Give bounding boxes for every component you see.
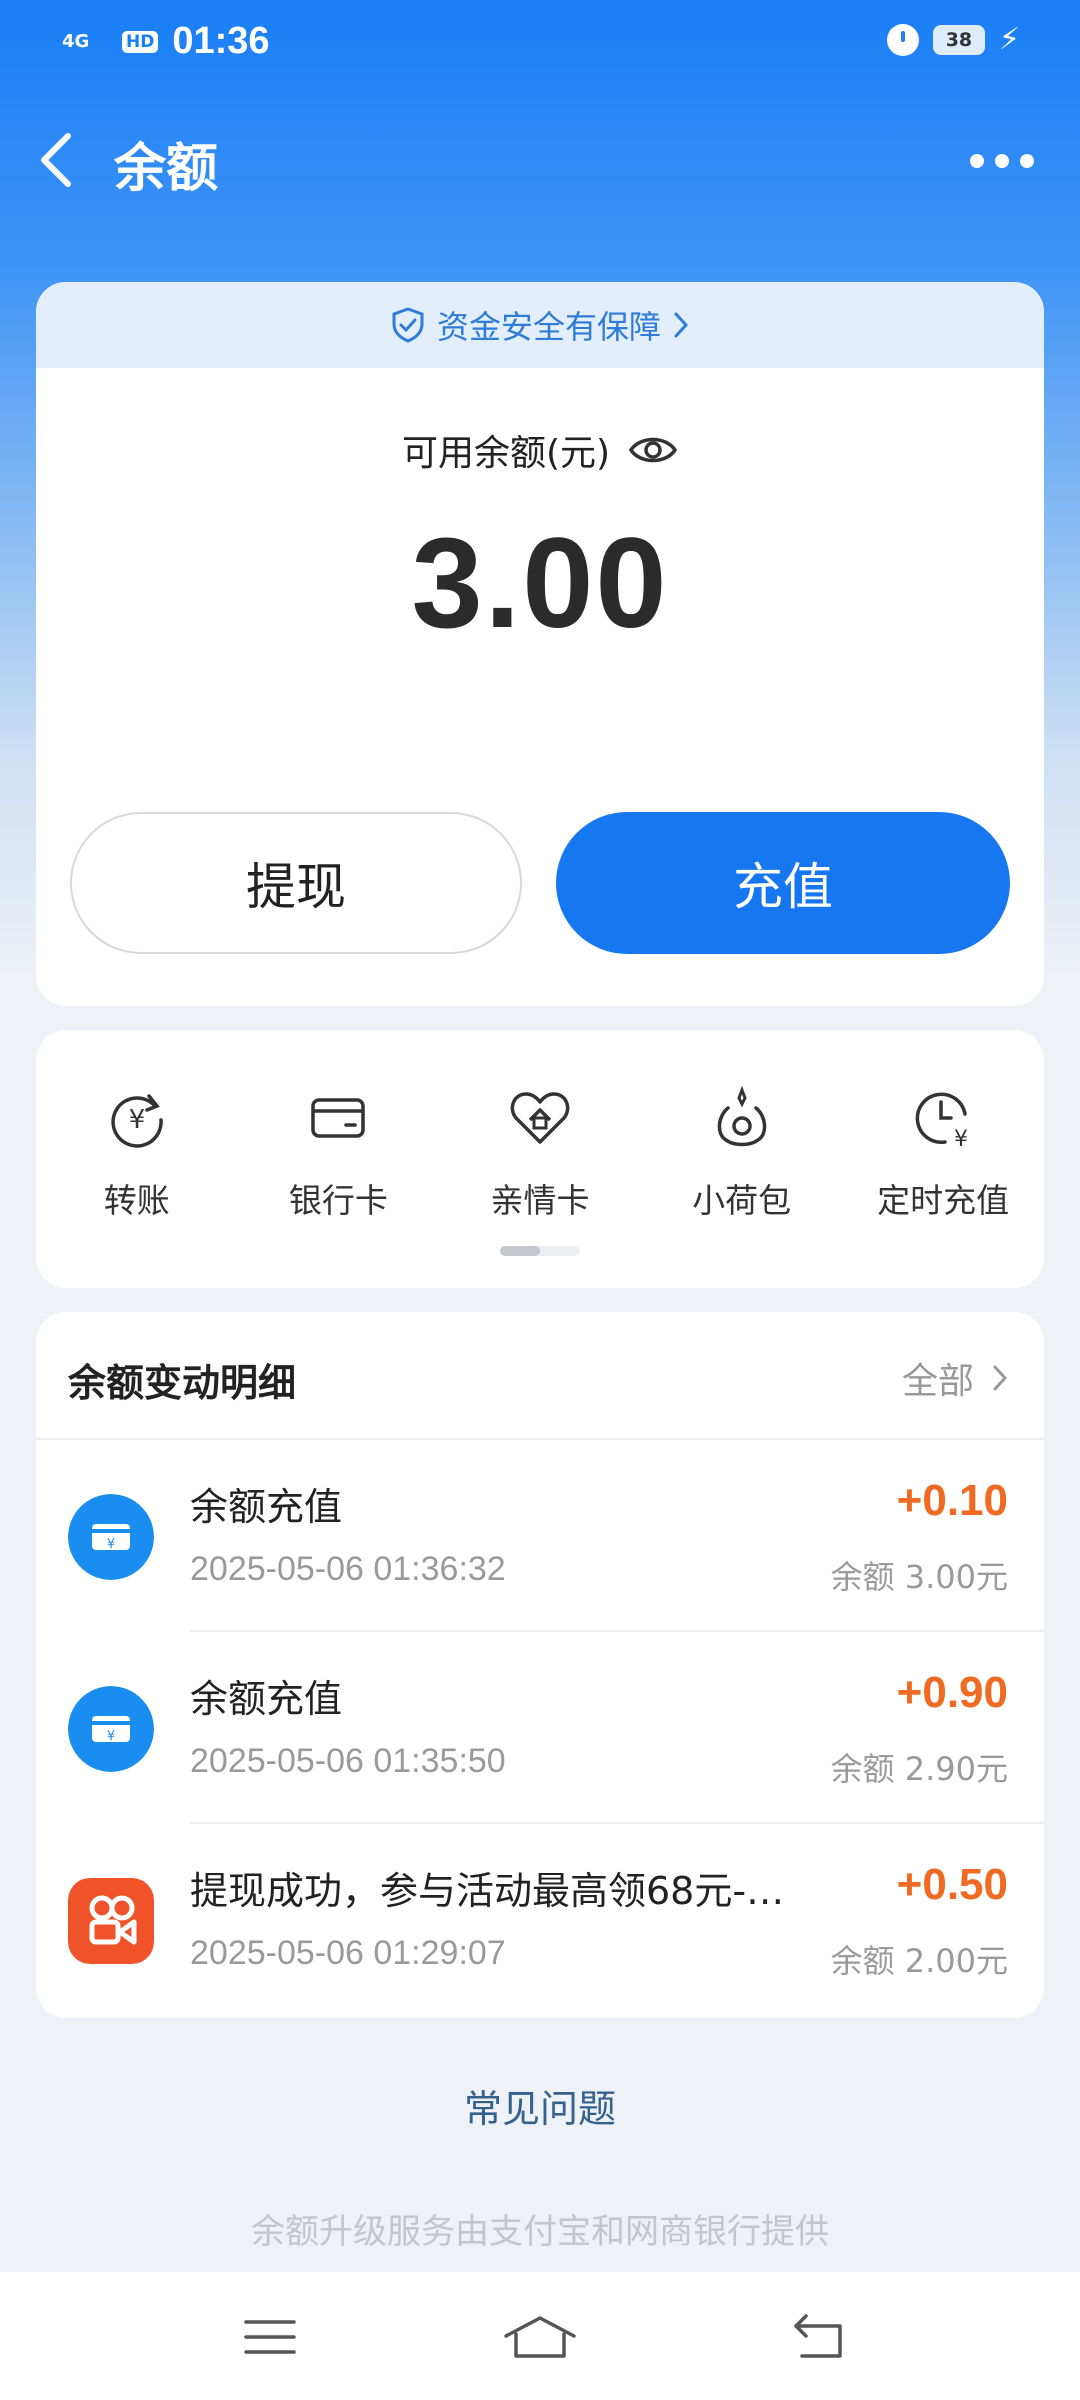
svg-text:¥: ¥ xyxy=(129,1105,146,1135)
status-time: 01:36 xyxy=(172,20,270,62)
balance-records-card: 余额变动明细 全部 ¥ 余额充值 2025-05-06 01:36:32 +0.… xyxy=(36,1312,1044,2018)
record-item[interactable]: ¥ 余额充值 2025-05-06 01:36:32 +0.10 余额 3.00… xyxy=(36,1440,1044,1632)
record-amount: +0.10 xyxy=(896,1476,1008,1525)
record-amount: +0.50 xyxy=(896,1860,1008,1909)
service-provider-note: 余额升级服务由支付宝和网商银行提供 xyxy=(251,2212,829,2252)
record-balance: 余额 2.00元 xyxy=(830,1942,1008,1980)
record-item[interactable]: ¥ 余额充值 2025-05-06 01:35:50 +0.90 余额 2.90… xyxy=(36,1632,1044,1824)
transfer-icon: ¥ xyxy=(111,1094,163,1148)
service-scheduled-recharge[interactable]: ¥ 定时充值 xyxy=(842,1086,1044,1222)
service-label: 小荷包 xyxy=(692,1181,792,1220)
balance-label-row: 可用余额(元) xyxy=(36,424,1044,476)
faq-link[interactable]: 常见问题 xyxy=(0,2078,1080,2133)
menu-icon[interactable] xyxy=(240,2312,300,2362)
record-balance: 余额 2.90元 xyxy=(830,1750,1008,1788)
balance-amount: 3.00 xyxy=(411,512,669,655)
chevron-right-icon xyxy=(674,312,689,338)
recharge-button[interactable]: 充值 xyxy=(556,812,1010,954)
service-bank-card[interactable]: 银行卡 xyxy=(238,1086,440,1222)
alarm-icon xyxy=(886,23,919,56)
service-label: 转账 xyxy=(103,1181,170,1220)
back-nav-icon[interactable] xyxy=(790,2312,850,2362)
svg-text:¥: ¥ xyxy=(954,1127,968,1150)
recharge-card-icon: ¥ xyxy=(68,1494,154,1580)
chevron-left-icon xyxy=(41,133,71,187)
system-nav-bar xyxy=(0,2272,1080,2400)
chevron-right-icon xyxy=(993,1365,1008,1391)
video-app-icon xyxy=(68,1878,154,1964)
service-label: 亲情卡 xyxy=(490,1181,590,1220)
recharge-card-icon: ¥ xyxy=(68,1686,154,1772)
record-name: 余额充值 xyxy=(190,1677,343,1721)
nav-header: 余额 xyxy=(0,110,1080,210)
home-icon[interactable] xyxy=(500,2312,580,2362)
security-banner[interactable]: 资金安全有保障 xyxy=(36,282,1044,368)
security-note: 资金安全有保障 xyxy=(436,308,661,346)
small-purse-icon xyxy=(717,1086,766,1147)
battery-icon: 38 xyxy=(932,24,985,55)
family-card-icon xyxy=(510,1092,570,1144)
svg-text:¥: ¥ xyxy=(107,1537,115,1552)
services-scroll-indicator xyxy=(500,1246,580,1256)
back-button[interactable] xyxy=(32,128,88,192)
shield-icon xyxy=(392,307,424,343)
balance-card: 资金安全有保障 可用余额(元) 3.00 提现 充值 xyxy=(36,282,1044,1006)
eye-icon[interactable] xyxy=(628,433,678,467)
svg-text:¥: ¥ xyxy=(107,1729,115,1744)
signal-icon: 4G xyxy=(62,30,90,52)
more-button[interactable] xyxy=(970,136,1034,186)
record-time: 2025-05-06 01:36:32 xyxy=(190,1550,506,1588)
service-label: 银行卡 xyxy=(288,1181,388,1220)
more-dot-icon xyxy=(1020,154,1034,168)
bank-card-icon xyxy=(311,1098,366,1138)
record-time: 2025-05-06 01:29:07 xyxy=(190,1934,506,1972)
scheduled-recharge-icon: ¥ xyxy=(915,1092,968,1150)
view-all-button[interactable]: 全部 xyxy=(902,1352,1008,1404)
record-item[interactable]: 提现成功，参与活动最高领68元-… 2025-05-06 01:29:07 +0… xyxy=(36,1824,1044,2016)
service-family-card[interactable]: 亲情卡 xyxy=(439,1086,641,1222)
record-name: 余额充值 xyxy=(190,1485,343,1529)
service-transfer[interactable]: ¥ 转账 xyxy=(36,1086,238,1222)
withdraw-button[interactable]: 提现 xyxy=(70,812,522,954)
more-dot-icon xyxy=(995,154,1009,168)
service-small-purse[interactable]: 小荷包 xyxy=(641,1086,843,1222)
status-bar: 4G HD 01:36 38 ⚡ xyxy=(0,0,1080,84)
service-label: 定时充值 xyxy=(877,1181,1010,1220)
charging-icon: ⚡ xyxy=(998,22,1020,57)
record-time: 2025-05-06 01:35:50 xyxy=(190,1742,506,1780)
record-balance: 余额 3.00元 xyxy=(830,1558,1008,1596)
more-dot-icon xyxy=(970,154,984,168)
hd-badge: HD xyxy=(122,30,159,53)
balance-label: 可用余额(元) xyxy=(401,433,611,474)
records-header: 余额变动明细 全部 xyxy=(36,1312,1044,1440)
view-all-label: 全部 xyxy=(901,1361,974,1402)
record-name: 提现成功，参与活动最高领68元-… xyxy=(190,1869,785,1913)
record-amount: +0.90 xyxy=(896,1668,1008,1717)
records-title: 余额变动明细 xyxy=(68,1361,297,1405)
services-card: ¥ 转账 银行卡 亲情卡 小荷包 ¥ 定时充值 xyxy=(36,1030,1044,1288)
page-title: 余额 xyxy=(114,139,219,199)
